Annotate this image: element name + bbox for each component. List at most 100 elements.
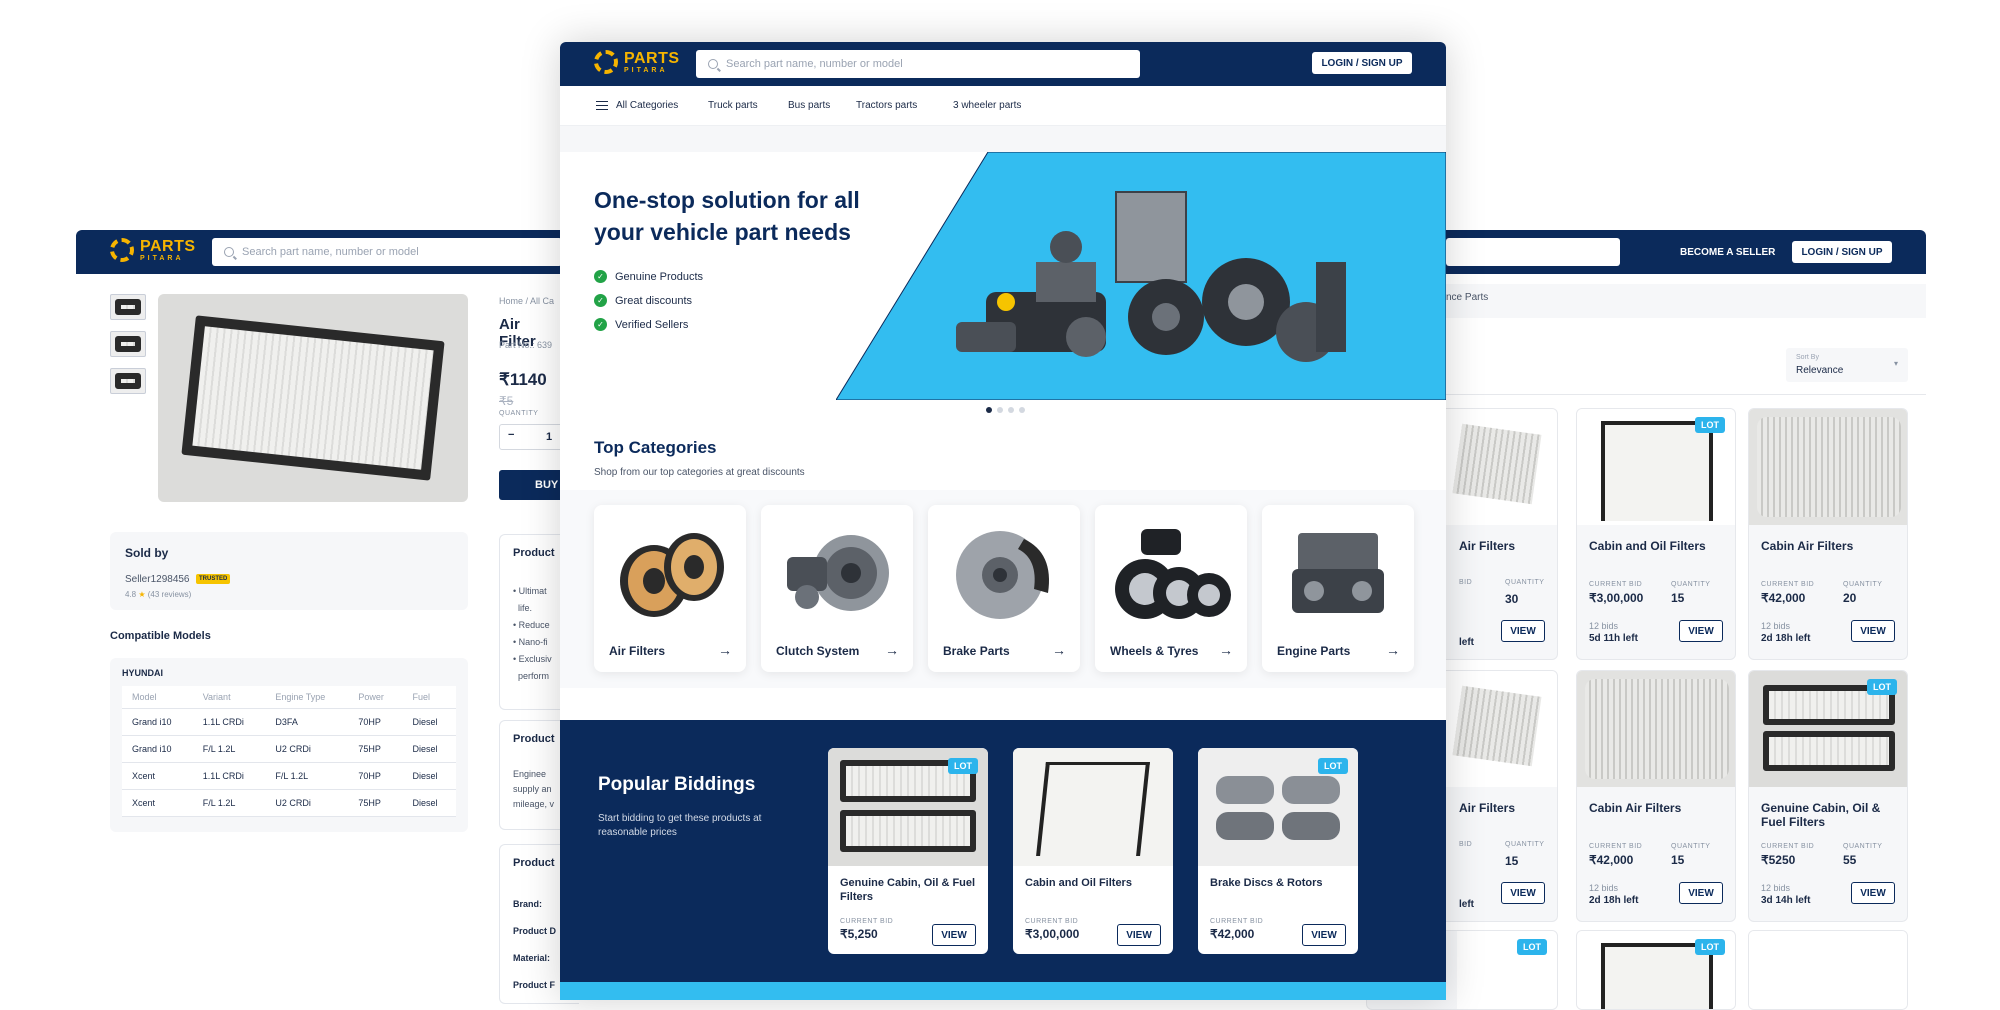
category-card-air-filters[interactable]: Air Filters → (594, 505, 746, 672)
hero-bullet: ✓ Verified Sellers (594, 318, 688, 331)
card-name: Cabin and Oil Filters (1589, 539, 1706, 553)
engine-image (1292, 533, 1384, 613)
front-search-input[interactable]: Search part name, number or model (696, 50, 1140, 78)
card-qty-label: QUANTITY (1505, 579, 1545, 586)
sort-select[interactable]: Sort By Relevance ▾ (1786, 348, 1908, 382)
cell: Grand i10 (122, 708, 193, 736)
card-bid: ₹5250 (1761, 853, 1796, 867)
air-filter-image (620, 533, 724, 617)
carousel-dot[interactable] (1008, 407, 1014, 413)
bullet-text: Great discounts (615, 294, 693, 307)
bid-card[interactable]: LOT Brake Discs & Rotors CURRENT BID ₹42,… (1198, 748, 1358, 954)
bid-label: CURRENT BID (1210, 918, 1264, 925)
clutch-image (787, 535, 889, 611)
lot-badge: LOT (1695, 417, 1725, 433)
thumbnail-2[interactable] (110, 331, 146, 357)
front-logo[interactable]: PARTS PITARA (594, 50, 680, 74)
bid-card[interactable]: Cabin and Oil Filters CURRENT BID ₹3,00,0… (1013, 748, 1173, 954)
listing-card[interactable]: Cabin Air Filters CURRENT BID ₹42,000 QUA… (1748, 408, 1908, 660)
table-row: Grand i10 F/L 1.2L U2 CRDi 75HP Diesel (122, 735, 456, 763)
sort-value: Relevance (1796, 365, 1844, 376)
logo-gear-icon (110, 238, 134, 262)
view-button[interactable]: VIEW (1679, 620, 1723, 642)
category-card-clutch-system[interactable]: Clutch System → (761, 505, 913, 672)
arrow-right-icon: → (1219, 642, 1233, 658)
listing-card[interactable]: Cabin Air Filters CURRENT BID ₹42,000 QUA… (1576, 670, 1736, 922)
cell: Xcent (122, 762, 193, 790)
popular-biddings-heading: Popular Biddings (598, 774, 756, 795)
minus-icon[interactable]: − (508, 429, 514, 441)
brake-disc-image (956, 531, 1049, 619)
quantity-value[interactable]: 1 (546, 431, 552, 443)
cell: 1.1L CRDi (192, 762, 266, 790)
price: ₹1140 (499, 370, 547, 389)
card-bid-label: CURRENT BID (1761, 581, 1815, 588)
carousel-dot-active[interactable] (986, 407, 992, 413)
card-name: Cabin Air Filters (1761, 539, 1854, 553)
bullet: • Nano-fi (513, 637, 548, 647)
bullet-text: Genuine Products (615, 270, 704, 283)
cell: Diesel (402, 762, 456, 790)
cell: Xcent (122, 789, 193, 817)
category-card-brake-parts[interactable]: Brake Parts → (928, 505, 1080, 672)
star-icon: ★ (138, 590, 146, 599)
bid-card[interactable]: LOT Genuine Cabin, Oil & Fuel Filters CU… (828, 748, 988, 954)
trusted-badge: TRUSTED (196, 574, 231, 584)
card-time: left (1459, 899, 1474, 910)
view-button[interactable]: VIEW (932, 924, 976, 946)
listing-card[interactable]: LOT Cabin and Oil Filters CURRENT BID ₹3,… (1576, 408, 1736, 660)
col-variant: Variant (192, 686, 266, 709)
category-name: Wheels & Tyres (1110, 644, 1199, 658)
back-search-input[interactable]: Search part name, number or model (212, 238, 562, 266)
nav-all-categories: All Categories (616, 100, 679, 111)
back-search-input-right[interactable] (1446, 238, 1620, 266)
listing-card[interactable] (1748, 930, 1908, 1010)
category-card-engine-parts[interactable]: Engine Parts → (1262, 505, 1414, 672)
nav-truck-parts[interactable]: Truck parts (708, 100, 758, 111)
listing-card[interactable]: LOT Genuine Cabin, Oil & Fuel Filters CU… (1748, 670, 1908, 922)
view-button[interactable]: VIEW (1851, 620, 1895, 642)
product-main-image (158, 294, 468, 502)
rating-value: 4.8 (125, 590, 137, 599)
back-login-button[interactable]: LOGIN / SIGN UP (1792, 241, 1892, 263)
compatible-models-table: Model Variant Engine Type Power Fuel Gra… (122, 686, 456, 817)
carousel-dot[interactable] (1019, 407, 1025, 413)
card-time: 5d 11h left (1589, 633, 1638, 644)
nav-3-wheeler-parts[interactable]: 3 wheeler parts (953, 100, 1021, 111)
compatible-models-heading: Compatible Models (110, 630, 211, 642)
card-time: 3d 14h left (1761, 895, 1811, 906)
thumbnail-3[interactable] (110, 368, 146, 394)
view-button[interactable]: VIEW (1679, 882, 1723, 904)
view-button[interactable]: VIEW (1501, 620, 1545, 642)
card-qty: 15 (1505, 854, 1519, 868)
back-logo[interactable]: PARTS PITARA (110, 238, 196, 262)
bullet-text: life. (518, 603, 533, 613)
view-button[interactable]: VIEW (1302, 924, 1346, 946)
card-bid-label: BID (1459, 579, 1472, 586)
listing-card[interactable]: LOT (1576, 930, 1736, 1010)
spec-label: Product F (513, 980, 555, 990)
all-categories-menu[interactable]: All Categories (596, 100, 678, 111)
price-block: ₹1140 ₹5 (499, 370, 560, 410)
nav-bus-parts[interactable]: Bus parts (788, 100, 830, 111)
seller-rating: 4.8 ★ (43 reviews) (125, 590, 191, 599)
thumbnail-1[interactable] (110, 294, 146, 320)
card-bids: 12 bids (1761, 621, 1791, 631)
nav-spacer (560, 126, 1446, 152)
become-seller-link[interactable]: BECOME A SELLER (1680, 247, 1775, 258)
seller-name[interactable]: Seller1298456 (125, 574, 190, 585)
bullet-text: Verified Sellers (615, 318, 689, 331)
breadcrumb-home[interactable]: Home (499, 296, 523, 306)
bid-label-text: BID (1459, 841, 1473, 848)
carousel-dot[interactable] (997, 407, 1003, 413)
view-button[interactable]: VIEW (1501, 882, 1545, 904)
view-button[interactable]: VIEW (1117, 924, 1161, 946)
nav-tractors-parts[interactable]: Tractors parts (856, 100, 917, 111)
view-button[interactable]: VIEW (1851, 882, 1895, 904)
category-card-wheels-tyres[interactable]: Wheels & Tyres → (1095, 505, 1247, 672)
table-row: Xcent F/L 1.2L U2 CRDi 75HP Diesel (122, 789, 456, 817)
front-login-button[interactable]: LOGIN / SIGN UP (1312, 52, 1412, 74)
breadcrumb-all-categories[interactable]: All Ca (530, 296, 554, 306)
make-label: HYUNDAI (122, 668, 164, 678)
lot-badge: LOT (1517, 939, 1547, 955)
